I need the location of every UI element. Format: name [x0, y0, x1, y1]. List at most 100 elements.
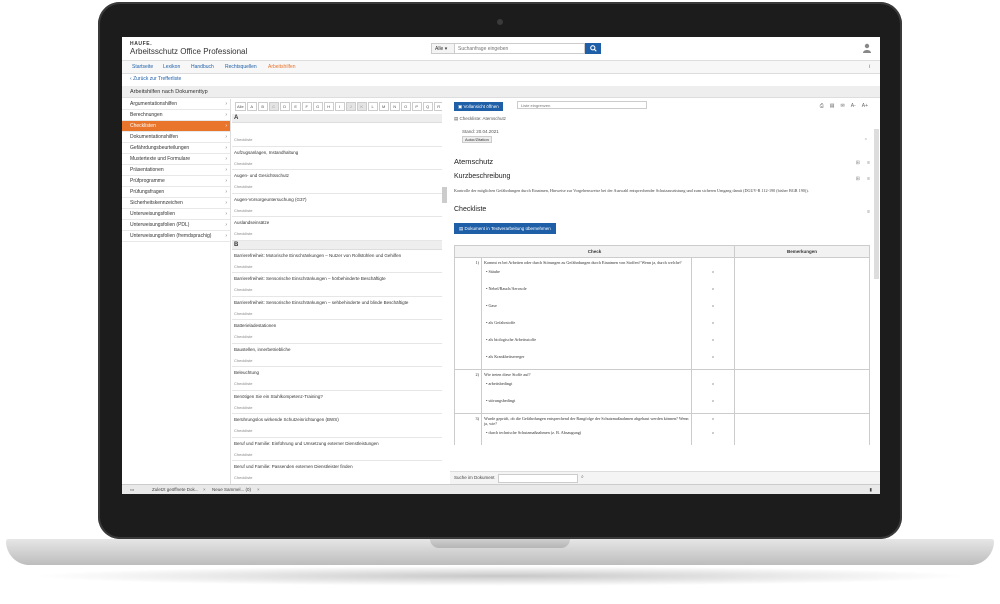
check-box[interactable]: o: [691, 428, 735, 445]
save-icon[interactable]: ▤: [830, 103, 835, 109]
close-icon[interactable]: ×: [257, 487, 260, 492]
check-box[interactable]: [691, 257, 735, 267]
check-box[interactable]: o: [691, 301, 735, 318]
search-input[interactable]: [455, 43, 585, 54]
list-item[interactable]: Batterieladestationen Checkliste: [232, 320, 442, 344]
sidebar-item-unterweisungsfolien-pdl[interactable]: Unterweisungsfolien (PDL) ›: [122, 220, 230, 231]
menu-icon[interactable]: ≡: [867, 176, 870, 182]
search-button[interactable]: [585, 43, 601, 54]
check-box[interactable]: o: [691, 267, 735, 284]
check-box[interactable]: o: [691, 335, 735, 352]
alphabet-letter-p[interactable]: P: [411, 102, 422, 111]
back-link[interactable]: ‹ Zurück zur Trefferliste: [130, 76, 181, 82]
alphabet-letter-q[interactable]: Q: [422, 102, 433, 111]
check-box[interactable]: o: [691, 413, 735, 428]
zitation-button[interactable]: Autor/Zitation: [462, 136, 492, 143]
text-processing-button[interactable]: ▤ Dokument in Textverarbeitung übernehme…: [454, 223, 556, 234]
check-box[interactable]: o: [691, 352, 735, 370]
print-icon[interactable]: ⎙: [820, 103, 824, 109]
search-scope-select[interactable]: Alle ▾: [431, 43, 455, 54]
check-box[interactable]: o: [691, 284, 735, 301]
collapse-icon[interactable]: ⌃: [864, 138, 868, 144]
remarks-cell[interactable]: [734, 257, 870, 370]
alphabet-letter-d[interactable]: D: [279, 102, 290, 111]
menu-icon[interactable]: ≡: [867, 209, 870, 215]
list-item[interactable]: Checkliste: [232, 123, 442, 147]
alphabet-letter-h[interactable]: H: [323, 102, 334, 111]
sidebar-item-checklisten[interactable]: Checklisten ›: [122, 121, 230, 132]
user-icon[interactable]: [862, 43, 872, 53]
alphabet-letter-r[interactable]: R: [433, 102, 442, 111]
check-box[interactable]: o: [691, 318, 735, 335]
footer-tab-recent[interactable]: Zuletzt geöffnete Dok...: [152, 487, 198, 492]
list-item[interactable]: Beruf und Familie: Passenden externen Di…: [232, 461, 442, 484]
folder-icon[interactable]: ▭: [130, 487, 134, 493]
column-check: Check: [454, 245, 735, 258]
sidebar-item-mustertexte[interactable]: Mustertexte und Formulare ›: [122, 154, 230, 165]
check-box[interactable]: o: [691, 396, 735, 414]
mail-icon[interactable]: ✉: [841, 103, 845, 109]
tab-lexikon[interactable]: Lexikon: [163, 64, 180, 70]
close-icon[interactable]: ×: [203, 487, 206, 492]
list-item[interactable]: Benötigen Sie ein Stuhlkompetenz-Trainin…: [232, 391, 442, 414]
question-text: Wurde geprüft, ob die Gefährdungen entsp…: [481, 413, 692, 428]
full-view-button[interactable]: ▣ Vollansicht öffnen: [454, 102, 503, 111]
laptop-shadow: [30, 566, 970, 586]
bookmark-icon[interactable]: ⊞: [856, 176, 860, 182]
trash-icon[interactable]: ▮: [870, 487, 872, 493]
list-item[interactable]: Baustellen, innerbetriebliche Checkliste: [232, 344, 442, 367]
alphabet-letter-f[interactable]: F: [301, 102, 312, 111]
alphabet-letter-b[interactable]: B: [257, 102, 268, 111]
sidebar-item-sicherheitskennzeichen[interactable]: Sicherheitskennzeichen ›: [122, 198, 230, 209]
tab-handbuch[interactable]: Handbuch: [191, 64, 214, 70]
alphabet-letter-l[interactable]: L: [367, 102, 378, 111]
list-item[interactable]: Barrierefreiheit: Sensorische Einschränk…: [232, 273, 442, 297]
info-icon[interactable]: i: [869, 64, 870, 70]
sidebar-item-gefaehrdungsbeurteilungen[interactable]: Gefährdungsbeurteilungen ›: [122, 143, 230, 154]
alphabet-letter-n[interactable]: N: [389, 102, 400, 111]
alphabet-all[interactable]: Alle: [235, 102, 246, 111]
sidebar-item-berechnungen[interactable]: Berechnungen ›: [122, 110, 230, 121]
font-increase-icon[interactable]: A+: [862, 103, 868, 109]
list-item[interactable]: Aufzugsanlagen, Instandhaltung Checkliste: [232, 147, 442, 170]
list-item-title: Beruf und Familie: Passenden externen Di…: [234, 464, 353, 469]
menu-icon[interactable]: ≡: [867, 160, 870, 166]
remarks-cell[interactable]: [734, 413, 870, 445]
list-item[interactable]: Beleuchtung Checkliste: [232, 367, 442, 391]
question-number: 3): [454, 413, 482, 428]
tab-arbeitshilfen[interactable]: Arbeitshilfen: [268, 64, 296, 70]
check-box[interactable]: o: [691, 379, 735, 396]
font-decrease-icon[interactable]: A-: [851, 103, 856, 109]
bookmark-icon[interactable]: ⊞: [856, 160, 860, 166]
alphabet-letter-g[interactable]: G: [312, 102, 323, 111]
sidebar-item-pruefungsfragen[interactable]: Prüfungsfragen ›: [122, 187, 230, 198]
alphabet-letter-i[interactable]: I: [334, 102, 345, 111]
list-item[interactable]: Barrierefreiheit: Sensorische Einschränk…: [232, 297, 442, 320]
footer-tab-collection[interactable]: Neue Sammel... (0): [212, 487, 251, 492]
document-scrollbar[interactable]: [874, 129, 879, 279]
list-item[interactable]: Berührungslos wirkende Schutzeinrichtung…: [232, 414, 442, 438]
tab-rechtsquellen[interactable]: Rechtsquellen: [225, 64, 257, 70]
alphabet-letter-a[interactable]: A: [246, 102, 257, 111]
list-item[interactable]: Barrierefreiheit: Motorische Einschränku…: [232, 250, 442, 273]
list-item[interactable]: Beruf und Familie: Einführung und Umsetz…: [232, 438, 442, 461]
tab-startseite[interactable]: Startseite: [132, 64, 153, 70]
alphabet-letter-o[interactable]: O: [400, 102, 411, 111]
spacer-cell: [454, 396, 482, 414]
list-item[interactable]: Augen- und Gesichtsschutz Checkliste: [232, 170, 442, 194]
list-item[interactable]: Augen-Vorsorgeuntersuchung (G37) Checklis…: [232, 194, 442, 217]
check-box[interactable]: [691, 369, 735, 379]
alphabet-letter-e[interactable]: E: [290, 102, 301, 111]
list-item[interactable]: Auslandseinsätze Checkliste: [232, 217, 442, 241]
sidebar-item-unterweisungsfolien-fremd[interactable]: Unterweisungsfolien (fremdsprachig) ›: [122, 231, 230, 242]
sidebar-item-unterweisungsfolien[interactable]: Unterweisungsfolien ›: [122, 209, 230, 220]
sidebar-item-argumentationshilfen[interactable]: Argumentationshilfen ›: [122, 99, 230, 110]
sidebar-item-pruefprogramme[interactable]: Prüfprogramme ›: [122, 176, 230, 187]
search-icon[interactable]: ⌕: [581, 474, 584, 480]
document-search-input[interactable]: [498, 474, 578, 483]
sidebar-item-dokumentationshilfen[interactable]: Dokumentationshilfen ›: [122, 132, 230, 143]
pane-resize-handle[interactable]: [442, 187, 447, 203]
alphabet-letter-m[interactable]: M: [378, 102, 389, 111]
remarks-cell[interactable]: [734, 369, 870, 414]
sidebar-item-praesentationen[interactable]: Präsentationen ›: [122, 165, 230, 176]
